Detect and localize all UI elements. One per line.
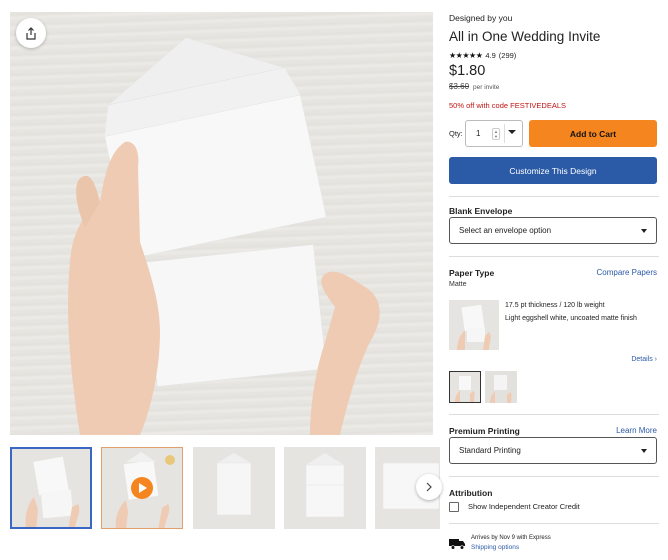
thumbnail-image: [193, 447, 275, 529]
qty-input[interactable]: 1: [476, 129, 492, 138]
review-count: (299): [498, 51, 517, 60]
truck-icon: [449, 539, 465, 550]
paper-details-link[interactable]: Details ›: [631, 356, 657, 363]
paper-thickness: 17.5 pt thickness / 120 lb weight: [505, 302, 605, 309]
paper-selected: Matte: [449, 281, 467, 288]
thumbnail-image: [12, 449, 90, 527]
divider: [449, 196, 659, 197]
product-rating[interactable]: ★★★★★ 4.9 (299): [449, 51, 516, 60]
divider: [449, 476, 659, 477]
discount-message: 50% off with code FESTIVEDEALS: [449, 101, 567, 110]
rating-value: 4.9: [485, 51, 496, 60]
quantity-stepper[interactable]: ▲ ▼: [492, 127, 500, 140]
learn-more-link[interactable]: Learn More: [616, 426, 657, 435]
caret-down-icon[interactable]: [508, 130, 516, 134]
paper-type-label: Paper Type: [449, 268, 495, 278]
star-rating-icon: ★★★★★: [449, 51, 483, 60]
play-icon: [131, 477, 153, 499]
printing-select-value: Standard Printing: [459, 446, 521, 455]
paper-preview-image: [449, 300, 499, 350]
caret-down-icon: [641, 229, 647, 233]
chevron-right-icon: [426, 482, 432, 492]
swatch-image: [485, 371, 517, 403]
creator-credit-checkbox[interactable]: [449, 502, 459, 512]
share-button[interactable]: [16, 18, 46, 48]
product-title: All in One Wedding Invite: [449, 29, 601, 44]
price-unit: per invite: [473, 84, 500, 91]
original-price: $3.60 per invite: [449, 82, 499, 91]
attribution-label: Attribution: [449, 488, 493, 498]
paper-swatch-matte[interactable]: [449, 371, 481, 403]
qty-divider: [504, 124, 505, 143]
thumbnail-4[interactable]: [284, 447, 366, 529]
compare-papers-link[interactable]: Compare Papers: [597, 268, 657, 277]
paper-preview-graphic: [449, 300, 499, 350]
current-price: $1.80: [449, 63, 486, 79]
paper-swatch-2[interactable]: [485, 371, 517, 403]
divider: [449, 523, 659, 524]
thumbnail-3[interactable]: [193, 447, 275, 529]
next-thumbnail-button[interactable]: [416, 474, 442, 500]
thumbnail-1[interactable]: [10, 447, 92, 529]
divider: [449, 256, 659, 257]
printing-select[interactable]: Standard Printing: [449, 437, 657, 464]
share-icon: [26, 26, 36, 40]
paper-finish: Light eggshell white, uncoated matte fin…: [505, 315, 637, 322]
add-to-cart-button[interactable]: Add to Cart: [529, 120, 657, 147]
thumbnail-image: [284, 447, 366, 529]
qty-label: Qty:: [449, 129, 463, 138]
customize-design-button[interactable]: Customize This Design: [449, 157, 657, 184]
creator-credit-label: Show Independent Creator Credit: [468, 502, 580, 511]
designer-credit: Designed by you: [449, 13, 513, 23]
product-main-image[interactable]: [10, 12, 433, 435]
hero-illustration: [68, 37, 380, 435]
envelope-select[interactable]: Select an envelope option: [449, 217, 657, 244]
divider: [449, 414, 659, 415]
shipping-arrival: Arrives by Nov 9 with Express: [471, 535, 551, 541]
shipping-options-link[interactable]: Shipping options: [471, 544, 519, 551]
thumbnail-strip: [10, 447, 440, 529]
quantity-selector[interactable]: 1 ▲ ▼: [465, 120, 523, 147]
thumbnail-video[interactable]: [101, 447, 183, 529]
caret-down-icon: [641, 449, 647, 453]
original-price-value: $3.60: [449, 82, 470, 91]
envelope-select-value: Select an envelope option: [459, 226, 552, 235]
premium-printing-label: Premium Printing: [449, 426, 520, 436]
envelope-label: Blank Envelope: [449, 206, 513, 216]
swatch-image: [450, 372, 480, 402]
